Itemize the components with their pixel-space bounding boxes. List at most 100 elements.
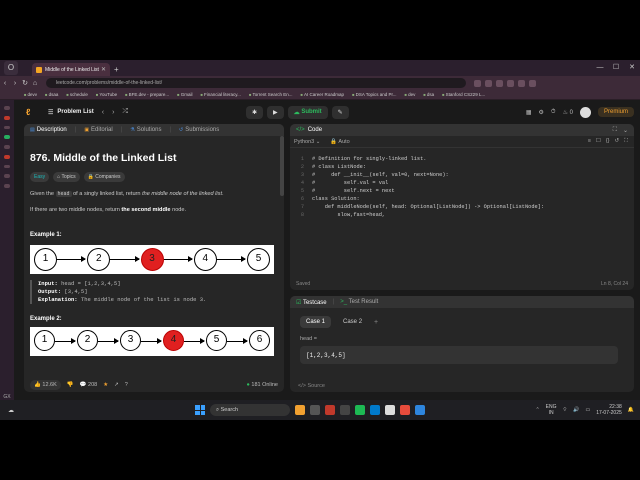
app-icon[interactable] — [400, 405, 410, 415]
extension-icon[interactable] — [485, 79, 492, 87]
sidebar-app-icon[interactable] — [4, 145, 10, 149]
battery-icon[interactable]: ▭ — [585, 407, 590, 413]
sidebar-app-icon[interactable] — [4, 174, 10, 179]
dislike-icon[interactable]: 👎 — [67, 382, 74, 388]
weather-icon[interactable]: ☁ — [8, 407, 14, 414]
extension-icon[interactable] — [518, 79, 525, 87]
page-title[interactable]: 876. Middle of the Linked List — [30, 152, 278, 164]
testcase-input[interactable]: [1,2,3,4,5] — [300, 346, 618, 364]
format-icon[interactable]: ≡ — [588, 138, 591, 145]
new-tab-icon[interactable]: + — [114, 63, 119, 76]
home-icon[interactable]: ⌂ — [30, 80, 40, 87]
avatar[interactable] — [579, 106, 591, 118]
volume-icon[interactable]: 🔊 — [573, 407, 579, 413]
premium-button[interactable]: Premium — [597, 107, 634, 117]
url-field[interactable]: leetcode.com/problems/middle-of-the-link… — [46, 78, 466, 88]
bookmark-item[interactable]: Financial literacy... — [200, 92, 241, 97]
minimize-icon[interactable]: — — [592, 60, 608, 76]
add-case-icon[interactable]: + — [374, 319, 378, 326]
next-problem-icon[interactable]: › — [112, 109, 114, 116]
back-icon[interactable]: ‹ — [0, 80, 10, 87]
bookmark-item[interactable]: dsaa — [45, 92, 59, 97]
tab-testcase[interactable]: ☑ Testcase — [296, 299, 327, 306]
bookmark-item[interactable]: dev — [405, 92, 415, 97]
sidebar-app-icon[interactable] — [4, 164, 10, 169]
browser-menu-icon[interactable]: O — [4, 61, 18, 75]
bookmark-item[interactable]: AI Career Roadmap — [301, 92, 344, 97]
bookmark-item[interactable]: BFE.dev - prepare... — [125, 92, 170, 97]
share-icon[interactable]: ↗ — [114, 382, 119, 388]
extension-icon[interactable] — [507, 79, 514, 87]
favorite-icon[interactable]: ★ — [103, 382, 108, 388]
tray-chevron-icon[interactable]: ⌃ — [535, 407, 539, 413]
bookmark-item[interactable]: DSA Topics and Pr... — [352, 92, 397, 97]
windows-start-icon[interactable] — [195, 405, 205, 415]
spotify-icon[interactable] — [355, 405, 365, 415]
prev-problem-icon[interactable]: ‹ — [102, 109, 104, 116]
bookmark-item[interactable]: Torrent Search En... — [249, 92, 292, 97]
tab-submissions[interactable]: ↺ Submissions — [179, 127, 219, 133]
topics-badge[interactable]: ⌂ Topics — [53, 172, 80, 182]
bookmark-icon[interactable]: ☐ — [596, 138, 601, 145]
submit-button[interactable]: ☁ Submit — [287, 105, 328, 119]
settings-icon[interactable]: ⚙ — [539, 109, 544, 116]
sidebar-app-icon[interactable] — [4, 184, 10, 189]
code-editor[interactable]: 1 2 3 4 5 6 7 8 # Definition for singly-… — [290, 152, 634, 272]
app-icon[interactable] — [340, 405, 350, 415]
tab-editorial[interactable]: ▣ Editorial — [84, 127, 112, 133]
source-button[interactable]: </> Source — [298, 383, 325, 389]
maximize-icon[interactable]: ☐ — [608, 60, 624, 76]
reload-icon[interactable]: ↻ — [20, 79, 30, 87]
opera-gx-icon[interactable] — [325, 405, 335, 415]
bookmark-item[interactable]: Gmail — [177, 92, 193, 97]
layout-icon[interactable]: ▦ — [526, 109, 532, 116]
fullscreen-icon[interactable]: ⛶ — [624, 138, 628, 145]
companies-badge[interactable]: 🔒 Companies — [83, 172, 125, 182]
close-window-icon[interactable]: ✕ — [624, 60, 640, 76]
clock[interactable]: 22:38 17-07-2025 — [596, 404, 622, 416]
bookmark-item[interactable]: dsa — [423, 92, 434, 97]
notifications-icon[interactable]: 🔔 — [628, 407, 634, 413]
help-icon[interactable]: ? — [125, 382, 128, 388]
wifi-icon[interactable]: ⌔ — [563, 407, 568, 413]
sidebar-app-icon[interactable] — [4, 115, 10, 120]
tab-solutions[interactable]: ⚗ Solutions — [130, 127, 161, 133]
case-1-tab[interactable]: Case 1 — [300, 316, 332, 328]
leetcode-logo-icon[interactable]: ℓ — [26, 107, 36, 117]
timer-icon[interactable]: ⏱ — [551, 109, 556, 116]
expand-icon[interactable]: ⛶ — [613, 127, 617, 134]
app-icon[interactable] — [310, 405, 320, 415]
tab-description[interactable]: ▤ Description — [30, 127, 67, 133]
sidebar-app-icon[interactable] — [4, 154, 10, 159]
run-button[interactable]: ▶ — [267, 105, 284, 119]
app-icon[interactable] — [385, 405, 395, 415]
language-select[interactable]: Python3 ⌄ — [294, 139, 320, 145]
bookmark-item[interactable]: schedule — [66, 92, 88, 97]
auto-toggle[interactable]: 🔒 Auto — [330, 139, 349, 145]
bookmark-item[interactable]: YouTube — [96, 92, 117, 97]
sidebar-app-icon[interactable] — [4, 125, 10, 130]
language-indicator[interactable]: ENG IN — [546, 404, 557, 416]
tab-test-result[interactable]: >_ Test Result — [340, 299, 378, 305]
app-icon[interactable] — [415, 405, 425, 415]
forward-icon[interactable]: › — [10, 80, 20, 87]
sidebar-home-icon[interactable] — [4, 106, 10, 110]
comments-button[interactable]: 💬 208 — [80, 382, 98, 388]
extension-icon[interactable] — [529, 79, 536, 87]
sidebar-whatsapp-icon[interactable] — [4, 135, 10, 140]
bookmark-item[interactable]: Stanford CS229 L... — [442, 92, 486, 97]
extension-icon[interactable] — [496, 79, 503, 87]
app-icon[interactable] — [295, 405, 305, 415]
bookmark-item[interactable]: devv — [24, 92, 38, 97]
browser-tab[interactable]: Middle of the Linked List ✕ — [32, 63, 110, 76]
taskbar-search[interactable]: ⌕ Search — [210, 404, 290, 416]
collapse-icon[interactable]: ⌄ — [623, 127, 628, 134]
like-button[interactable]: 👍 12.6K — [30, 380, 61, 390]
scrollbar[interactable] — [280, 136, 284, 196]
case-2-tab[interactable]: Case 2 — [337, 316, 368, 328]
extension-icon[interactable] — [474, 79, 481, 87]
vscode-icon[interactable] — [370, 405, 380, 415]
debug-button[interactable]: ✱ — [246, 105, 264, 119]
braces-icon[interactable]: {} — [606, 138, 610, 145]
streak-counter[interactable]: ♨ 0 — [563, 109, 573, 116]
